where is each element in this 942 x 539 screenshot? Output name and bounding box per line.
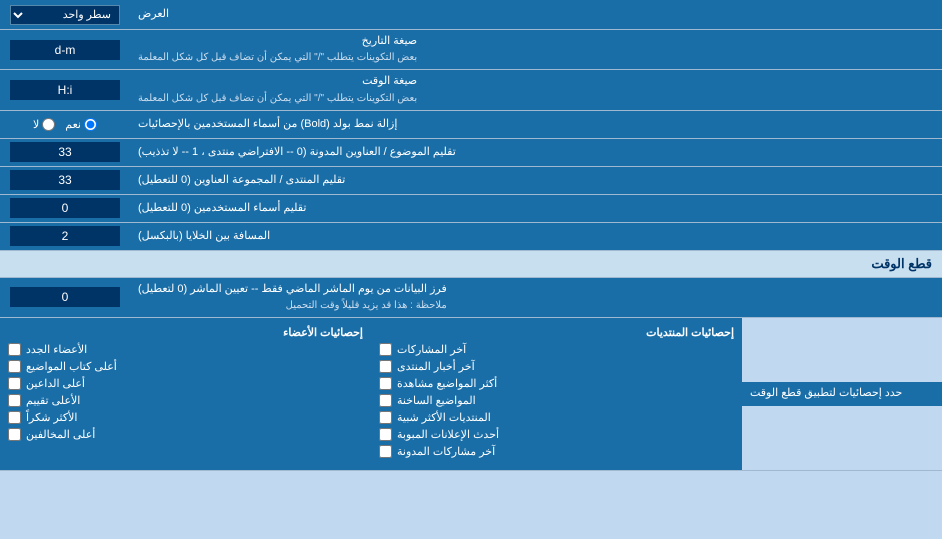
checkbox-label-similar-forums: المنتديات الأكثر شبية [397,411,491,424]
bold-remove-no-label[interactable]: لا [33,118,55,131]
display-label-text: العرض [138,7,169,22]
stats-section-label: حدد إحصائيات لتطبيق قطع الوقت [742,382,942,405]
bold-remove-radio-wrapper: نعم لا [0,111,130,138]
checkbox-label-latest-posts: آخر المشاركات [397,343,466,356]
realtime-section-header: قطع الوقت [0,251,942,278]
date-format-title: صيغة التاريخ [362,35,417,47]
checkbox-item-similar-forums: المنتديات الأكثر شبية [379,411,734,424]
usernames-limit-row: تقليم أسماء المستخدمين (0 للتعطيل) [0,195,942,223]
date-format-input[interactable] [10,40,120,60]
time-format-label: صيغة الوقت بعض التكوينات يتطلب "/" التي … [130,70,942,109]
realtime-input[interactable] [10,287,120,307]
checkbox-item-latest-posts: آخر المشاركات [379,343,734,356]
subject-limit-row: تقليم الموضوع / العناوين المدونة (0 -- ا… [0,139,942,167]
date-format-row: صيغة التاريخ بعض التكوينات يتطلب "/" الت… [0,30,942,70]
stats-checkboxes-container: إحصائيات المنتديات آخر المشاركات آخر أخب… [0,318,742,470]
checkbox-item-blog-posts: آخر مشاركات المدونة [379,445,734,458]
checkbox-item-top-rated: الأعلى تقييم [8,394,363,407]
date-format-input-wrapper [0,30,130,69]
stats-forums-header: إحصائيات المنتديات [379,326,734,339]
subject-limit-input-wrapper [0,139,130,166]
checkbox-label-new-members: الأعضاء الجدد [26,343,87,356]
checkbox-blog-posts[interactable] [379,445,392,458]
display-label: العرض [130,0,942,29]
realtime-sublabel: ملاحظة : هذا قد يزيد قليلاً وقت التحميل [138,299,447,313]
checkbox-item-forum-news: آخر أخبار المنتدى [379,360,734,373]
bold-remove-yes-radio[interactable] [84,118,97,131]
checkbox-label-top-rated: الأعلى تقييم [26,394,80,407]
bold-remove-title: إزالة نمط بولد (Bold) من أسماء المستخدمي… [138,117,397,132]
checkbox-top-writers[interactable] [8,360,21,373]
time-format-input[interactable] [10,80,120,100]
checkbox-label-most-viewed: أكثر المواضيع مشاهدة [397,377,497,390]
checkbox-label-blog-posts: آخر مشاركات المدونة [397,445,495,458]
bold-remove-no-radio[interactable] [42,118,55,131]
bold-remove-label: إزالة نمط بولد (Bold) من أسماء المستخدمي… [130,111,942,138]
checkbox-classifieds[interactable] [379,428,392,441]
cell-spacing-label: المسافة بين الخلايا (بالبكسل) [130,223,942,250]
checkbox-hot-topics[interactable] [379,394,392,407]
checkbox-item-top-inviters: أعلى الداعين [8,377,363,390]
time-format-row: صيغة الوقت بعض التكوينات يتطلب "/" التي … [0,70,942,110]
checkbox-label-hot-topics: المواضيع الساخنة [397,394,476,407]
stats-members-header: إحصائيات الأعضاء [8,326,363,339]
usernames-limit-input-wrapper [0,195,130,222]
bold-remove-yes-label[interactable]: نعم [65,118,97,131]
checkbox-most-thanked[interactable] [8,411,21,424]
checkbox-item-classifieds: أحدث الإعلانات المبوبة [379,428,734,441]
checkbox-most-viewed[interactable] [379,377,392,390]
subject-limit-label: تقليم الموضوع / العناوين المدونة (0 -- ا… [130,139,942,166]
checkbox-item-top-writers: أعلى كتاب المواضيع [8,360,363,373]
forum-limit-label: تقليم المنتدى / المجموعة العناوين (0 للت… [130,167,942,194]
bold-remove-row: إزالة نمط بولد (Bold) من أسماء المستخدمي… [0,111,942,139]
forum-limit-input-wrapper [0,167,130,194]
realtime-input-wrapper [0,278,130,317]
time-format-input-wrapper [0,70,130,109]
checkbox-top-rated[interactable] [8,394,21,407]
date-format-sublabel: بعض التكوينات يتطلب "/" التي يمكن أن تضا… [138,51,417,65]
checkbox-top-violators[interactable] [8,428,21,441]
forum-limit-row: تقليم المنتدى / المجموعة العناوين (0 للت… [0,167,942,195]
checkbox-label-classifieds: أحدث الإعلانات المبوبة [397,428,499,441]
checkbox-item-hot-topics: المواضيع الساخنة [379,394,734,407]
cell-spacing-title: المسافة بين الخلايا (بالبكسل) [138,229,270,244]
checkbox-label-top-writers: أعلى كتاب المواضيع [26,360,117,373]
checkbox-label-most-thanked: الأكثر شكراً [26,411,77,424]
cell-spacing-row: المسافة بين الخلايا (بالبكسل) [0,223,942,251]
stats-section: حدد إحصائيات لتطبيق قطع الوقت إحصائيات ا… [0,318,942,471]
realtime-label: فرز البيانات من يوم الماشر الماضي فقط --… [130,278,942,317]
checkbox-item-top-violators: أعلى المخالفين [8,428,363,441]
date-format-label: صيغة التاريخ بعض التكوينات يتطلب "/" الت… [130,30,942,69]
display-select[interactable]: سطر واحد سطران ثلاثة أسطر [10,5,120,25]
time-format-title: صيغة الوقت [362,75,417,87]
checkbox-item-most-thanked: الأكثر شكراً [8,411,363,424]
stats-checkboxes-row: إحصائيات المنتديات آخر المشاركات آخر أخب… [0,322,742,466]
checkbox-latest-posts[interactable] [379,343,392,356]
checkbox-label-top-violators: أعلى المخالفين [26,428,95,441]
forum-limit-input[interactable] [10,170,120,190]
usernames-limit-input[interactable] [10,198,120,218]
checkbox-new-members[interactable] [8,343,21,356]
realtime-row: فرز البيانات من يوم الماشر الماضي فقط --… [0,278,942,318]
checkbox-item-new-members: الأعضاء الجدد [8,343,363,356]
checkbox-item-most-viewed: أكثر المواضيع مشاهدة [379,377,734,390]
subject-limit-input[interactable] [10,142,120,162]
stats-forums-col: إحصائيات المنتديات آخر المشاركات آخر أخب… [371,322,742,466]
subject-limit-title: تقليم الموضوع / العناوين المدونة (0 -- ا… [138,145,456,160]
time-format-sublabel: بعض التكوينات يتطلب "/" التي يمكن أن تضا… [138,92,417,106]
usernames-limit-title: تقليم أسماء المستخدمين (0 للتعطيل) [138,201,306,216]
usernames-limit-label: تقليم أسماء المستخدمين (0 للتعطيل) [130,195,942,222]
checkbox-label-forum-news: آخر أخبار المنتدى [397,360,475,373]
realtime-title: فرز البيانات من يوم الماشر الماضي فقط --… [138,283,447,295]
checkbox-similar-forums[interactable] [379,411,392,424]
checkbox-label-top-inviters: أعلى الداعين [26,377,85,390]
cell-spacing-input-wrapper [0,223,130,250]
checkbox-forum-news[interactable] [379,360,392,373]
stats-members-col: إحصائيات الأعضاء الأعضاء الجدد أعلى كتاب… [0,322,371,466]
display-select-wrapper: سطر واحد سطران ثلاثة أسطر [0,0,130,29]
checkbox-top-inviters[interactable] [8,377,21,390]
cell-spacing-input[interactable] [10,226,120,246]
forum-limit-title: تقليم المنتدى / المجموعة العناوين (0 للت… [138,173,345,188]
